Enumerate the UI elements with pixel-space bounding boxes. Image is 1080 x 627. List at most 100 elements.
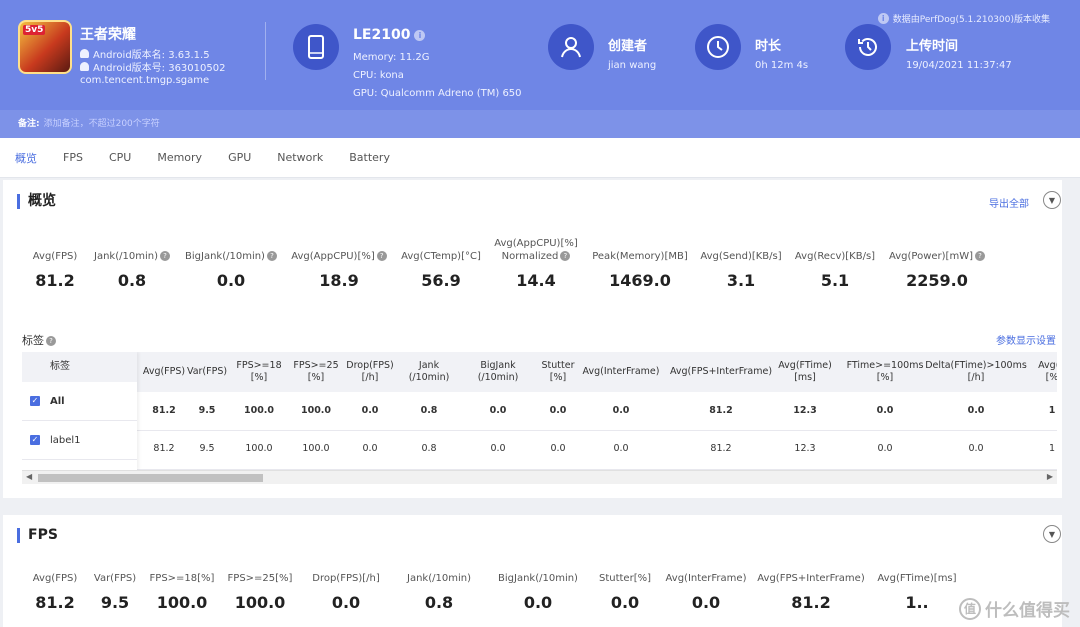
user-icon [548, 24, 594, 70]
chevron-down-icon[interactable]: ▼ [1043, 191, 1061, 209]
help-icon[interactable]: ? [560, 251, 571, 261]
tab-network[interactable]: Network [277, 151, 323, 164]
tab-cpu[interactable]: CPU [109, 151, 131, 164]
tab-memory[interactable]: Memory [157, 151, 202, 164]
app-version-code: Android版本号: 363010502 [80, 59, 225, 74]
column-header-line1: FTime>=100ms [846, 360, 924, 371]
param-settings-link[interactable]: 参数显示设置 [996, 332, 1056, 347]
tags-table: Avg(FPS) Var(FPS) FPS>=18 [%] FPS>=25 [%] Drop… [22, 352, 1057, 470]
help-icon[interactable]: ? [46, 336, 56, 346]
stat-card: Avg(FPS+InterFrame) 81.2 [751, 572, 871, 612]
tab-battery[interactable]: Battery [349, 151, 390, 164]
column-header[interactable]: Avg(A[% [992, 360, 1057, 384]
stat-label-text: Avg(Recv)[KB/s] [794, 251, 876, 262]
android-icon [80, 49, 89, 58]
table-cell: 1 [1048, 443, 1056, 454]
stat-card: Avg(AppCPU)[%] Normalized? 14.4 [476, 237, 596, 290]
device-name: LE2100 i [353, 27, 426, 43]
scroll-left-icon[interactable]: ◀ [26, 472, 32, 481]
remark-input[interactable]: 添加备注，不超过200个字符 [44, 119, 160, 129]
creator-value: jian wang [608, 60, 657, 71]
column-header-line1: Avg(FTime) [778, 360, 832, 371]
overview-title: 概览 [17, 194, 56, 209]
app-icon-badge: 5v5 [23, 25, 46, 35]
tag-name: All [50, 395, 65, 407]
stat-label-text: BigJank(/10min) [185, 251, 265, 262]
stat-value: 2259.0 [906, 271, 968, 290]
export-all-link[interactable]: 导出全部 [989, 195, 1029, 210]
duration-value: 0h 12m 4s [755, 60, 809, 71]
info-icon: i [877, 13, 889, 24]
row-checkbox[interactable]: ✓ [30, 396, 40, 406]
phone-icon [293, 24, 339, 70]
table-row[interactable]: ✓ label1 [22, 421, 137, 460]
app-version-code-text: Android版本号: 363010502 [93, 63, 226, 74]
stat-label: Avg(InterFrame) [665, 573, 747, 584]
table-cell: 1 [1048, 405, 1056, 416]
tag-column: 标签 ✓ All ✓ label1 [22, 352, 137, 470]
tag-name: label1 [50, 434, 81, 446]
app-package: com.tencent.tmgp.sgame [80, 75, 210, 86]
help-icon[interactable]: ? [975, 251, 985, 261]
help-icon[interactable]: ? [159, 251, 170, 261]
stat-card: BigJank(/10min)? 0.0 [171, 250, 291, 290]
device-gpu: GPU: Qualcomm Adreno (TM) 650 [353, 88, 522, 99]
stat-label: Avg(FPS+InterFrame) [757, 573, 865, 584]
chevron-down-icon[interactable]: ▼ [1043, 525, 1061, 543]
stat-label: BigJank(/10min)? [171, 250, 291, 263]
remark-bar[interactable]: 备注: 添加备注，不超过200个字符 [0, 110, 1080, 138]
app-name: 王者荣耀 [80, 27, 136, 43]
app-icon: 5v5 [18, 20, 72, 74]
row-checkbox[interactable]: ✓ [30, 435, 40, 445]
row-divider [22, 430, 1057, 431]
scrollbar-thumb[interactable] [38, 474, 263, 482]
stat-card: Avg(Power)[mW]? 2259.0 [877, 250, 997, 290]
upload-value: 19/04/2021 11:37:47 [906, 60, 1012, 71]
stat-value: 81.2 [791, 593, 831, 612]
clock-icon [695, 24, 741, 70]
tab-gpu[interactable]: GPU [228, 151, 251, 164]
stat-value: 14.4 [516, 271, 556, 290]
tag-column-header: 标签 [22, 352, 137, 382]
stat-label-text: Avg(AppCPU)[%] [494, 238, 578, 249]
device-cpu: CPU: kona [353, 70, 404, 81]
column-header-line2: [/h] [967, 372, 985, 383]
tab-fps[interactable]: FPS [63, 151, 83, 164]
device-memory: Memory: 11.2G [353, 52, 430, 63]
duration-title: 时长 [755, 39, 782, 54]
stat-label-text: Avg(AppCPU)[%] [291, 251, 375, 262]
tags-title-text: 标签 [22, 334, 44, 347]
stat-label-text: Jank(/10min) [94, 251, 158, 262]
watermark: 值什么值得买 [959, 596, 1070, 621]
watermark-text: 什么值得买 [985, 601, 1070, 621]
stat-label-text: Avg(CTemp)[°C] [401, 251, 481, 262]
column-header-line1: Avg(A [1038, 360, 1057, 371]
stat-label-text: Peak(Memory)[MB] [592, 251, 688, 262]
table-row[interactable]: ✓ All [22, 382, 137, 421]
report-header: 5v5 王者荣耀 Android版本名: 3.63.1.5 Android版本号… [0, 0, 1080, 138]
stat-label: Avg(Power)[mW]? [877, 250, 997, 263]
watermark-icon: 值 [959, 597, 981, 620]
tab-bar: 概览 FPS CPU Memory GPU Network Battery [0, 138, 1080, 178]
stat-label: Avg(AppCPU)[%] Normalized? [476, 237, 596, 263]
stat-label: Avg(FTime)[ms] [877, 573, 957, 584]
horizontal-scrollbar[interactable]: ◀ ▶ [22, 470, 1057, 484]
scroll-right-icon[interactable]: ▶ [1047, 472, 1053, 481]
header-divider [265, 22, 266, 80]
column-header-line2: [% [1045, 372, 1057, 383]
column-header-line2: [ms] [794, 372, 816, 383]
help-icon[interactable]: ? [266, 251, 277, 261]
stat-label-text: Avg(FPS) [32, 251, 78, 262]
stat-label-text: Avg(Power)[mW] [889, 251, 973, 262]
android-icon [80, 62, 89, 71]
source-note-text: 数据由PerfDog(5.1.210300)版本收集 [892, 15, 1050, 25]
column-header-line1: Avg(InterFrame) [582, 366, 660, 377]
tab-overview[interactable]: 概览 [15, 150, 37, 166]
device-name-text: LE2100 [353, 27, 411, 43]
remark-label: 备注: [18, 119, 40, 129]
info-icon[interactable]: i [414, 29, 426, 41]
column-header-line2: [%] [876, 372, 894, 383]
source-note: i 数据由PerfDog(5.1.210300)版本收集 [877, 12, 1050, 25]
stat-label-text-2: Normalized [501, 251, 559, 262]
upload-title: 上传时间 [906, 39, 959, 54]
